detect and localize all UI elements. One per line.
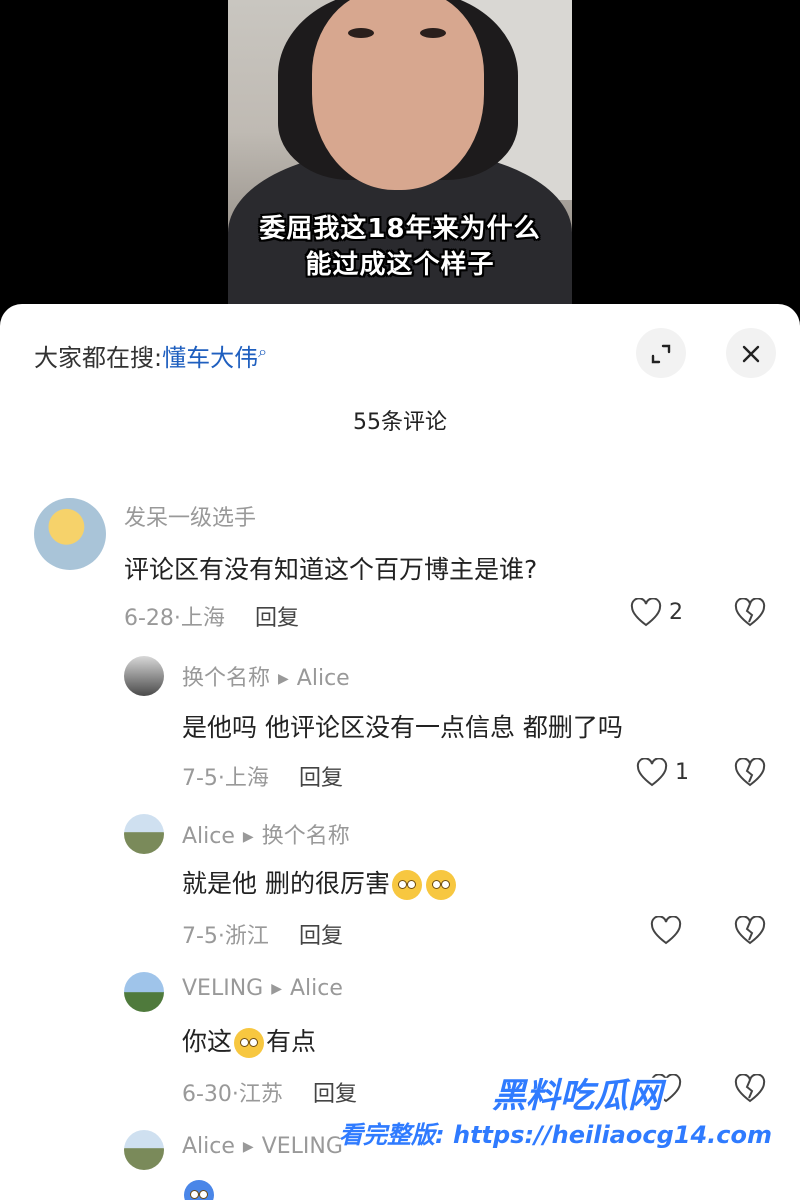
like-button[interactable]: 1 [636,758,689,788]
emoji-icon [184,1180,214,1200]
reply-button[interactable]: 回复 [299,924,343,949]
reply-text: 就是他 删的很厉害 [182,869,390,898]
reply-to-username[interactable]: Alice [297,666,350,691]
watermark-url: 看完整版: https://heiliaocg14.com [339,1121,772,1149]
reply-arrow-icon: ▶ [271,981,282,997]
expand-button[interactable] [636,328,686,378]
trending-search-prefix: 大家都在搜: [34,344,163,372]
reply-text-before: 你这 [182,1027,233,1056]
reply-arrow-icon: ▶ [278,671,289,687]
reply-to-username[interactable]: VELING [262,1134,343,1159]
video-person-eye-right [420,28,446,38]
avatar[interactable] [124,1130,164,1170]
search-icon: ⌕ [258,342,268,361]
heart-icon [636,758,668,787]
reply-meta: 7-5·上海 回复 [182,760,343,792]
broken-heart-icon[interactable] [734,916,766,946]
reply-arrow-icon: ▶ [242,1139,254,1155]
heart-icon [650,916,682,945]
like-button[interactable]: 2 [630,598,683,628]
comment-meta: 6-28·上海 回复 [124,600,299,632]
avatar[interactable] [124,972,164,1012]
comment-username[interactable]: 发呆一级选手 [124,500,256,532]
reply-text-line: 你这 有点 [182,1022,316,1058]
reply-to-username[interactable]: Alice [290,976,343,1001]
laughing-crying-emoji-icon [234,1028,265,1058]
comment-text: 评论区有没有知道这个百万博主是谁? [124,555,538,584]
broken-heart-icon[interactable] [734,758,766,788]
video-person-eye-left [348,28,374,38]
like-count: 2 [669,600,683,625]
watermark: 黑料吃瓜网 看完整版: https://heiliaocg14.com [339,1068,772,1150]
video-player[interactable]: 委屈我这18年来为什么 能过成这个样子 [0,0,800,330]
reply-text-line: 就是他 删的很厉害 [182,864,458,900]
reply-username[interactable]: Alice [182,1134,235,1159]
reply-username[interactable]: Alice [182,824,235,849]
expand-icon [651,344,671,364]
like-button[interactable] [650,916,682,946]
watermark-title: 黑料吃瓜网 [492,1076,662,1116]
reply-username[interactable]: 换个名称 [182,666,270,691]
reply-text: 是他吗 他评论区没有一点信息 都删了吗 [182,713,623,742]
comment-count: 55条评论 [353,410,447,435]
avatar[interactable] [124,814,164,854]
video-subtitle-line2: 能过成这个样子 [305,250,495,280]
heart-icon [630,598,662,627]
comment-sheet: 大家都在搜:懂车大伟⌕ 55条评论 发呆一级选手 评论区有没有知道这个百万博主是… [0,304,800,1200]
avatar[interactable] [34,498,106,570]
video-person-face [312,0,484,190]
reply-button[interactable]: 回复 [299,766,343,791]
reply-date: 7-5·浙江 [182,924,269,949]
crying-emoji-icon [425,870,456,900]
close-icon [742,345,760,363]
reply-date: 6-30·江苏 [182,1082,283,1107]
reply-meta: 6-30·江苏 回复 [182,1076,357,1108]
reply-date: 7-5·上海 [182,766,269,791]
trending-search-keyword[interactable]: 懂车大伟 [162,344,258,372]
broken-heart-icon[interactable] [734,598,766,628]
reply-meta: 7-5·浙江 回复 [182,918,343,950]
reply-username-line: Alice ▶ 换个名称 [182,818,350,850]
close-button[interactable] [726,328,776,378]
reply-username-line: VELING ▶ Alice [182,976,343,1001]
video-subtitle-line1: 委屈我这18年来为什么 [259,214,541,244]
reply-arrow-icon: ▶ [242,829,254,845]
eye-roll-emoji-icon [391,870,422,900]
reply-to-username[interactable]: 换个名称 [262,824,350,849]
reply-button[interactable]: 回复 [255,606,299,631]
comment-date: 6-28·上海 [124,606,225,631]
reply-text-after: 有点 [266,1027,317,1056]
avatar[interactable] [124,656,164,696]
trending-search[interactable]: 大家都在搜:懂车大伟⌕ [34,338,267,373]
like-count: 1 [675,760,689,785]
reply-username[interactable]: VELING [182,976,263,1001]
reply-username-line: 换个名称 ▶ Alice [182,660,350,692]
reply-username-line: Alice ▶ VELING [182,1134,343,1159]
